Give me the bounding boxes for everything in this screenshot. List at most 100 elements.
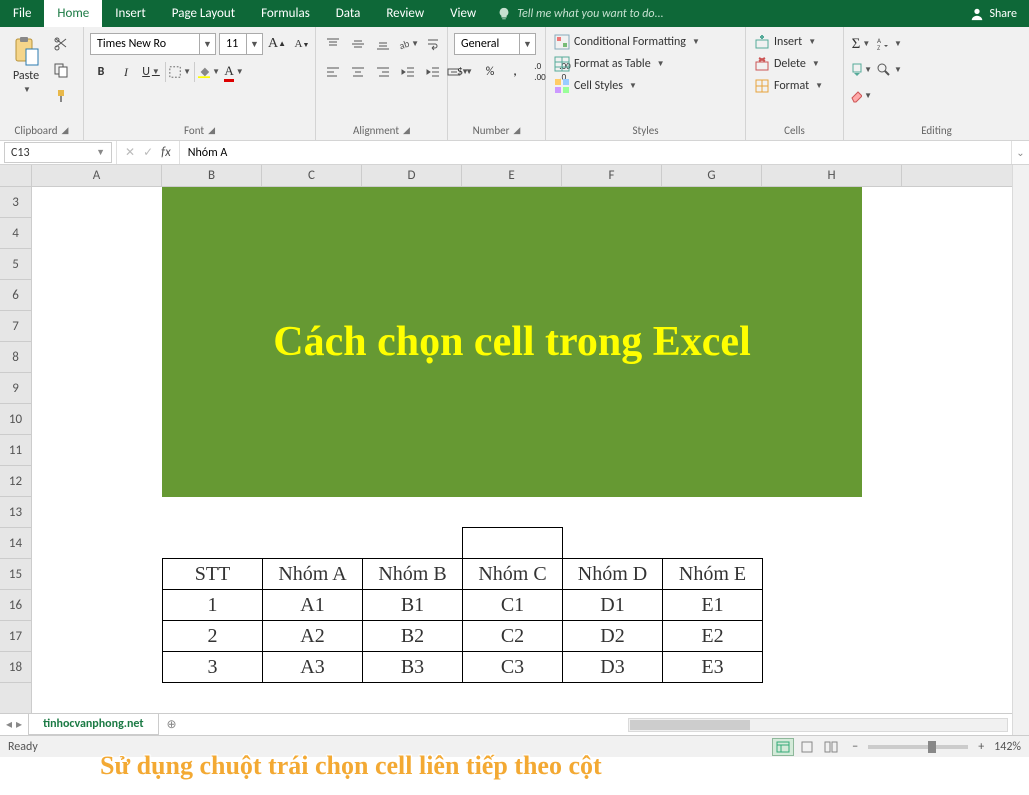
row-header-5[interactable]: 5 (0, 249, 31, 280)
col-header-G[interactable]: G (662, 165, 762, 186)
format-painter-button[interactable] (50, 85, 72, 107)
zoom-level[interactable]: 142% (994, 740, 1021, 754)
comma-button[interactable]: , (504, 61, 526, 83)
table-cell[interactable]: E2 (663, 621, 763, 652)
tab-review[interactable]: Review (373, 0, 437, 27)
row-header-6[interactable]: 6 (0, 280, 31, 311)
select-all-corner[interactable] (0, 165, 32, 186)
tell-me-search[interactable]: Tell me what you want to do... (489, 0, 958, 27)
conditional-formatting-button[interactable]: Conditional Formatting▼ (552, 33, 702, 51)
table-header[interactable]: Nhóm A (263, 559, 363, 590)
autosum-button[interactable]: Σ▼ (850, 33, 872, 55)
tab-view[interactable]: View (437, 0, 489, 27)
align-right-button[interactable] (372, 61, 394, 83)
name-box[interactable]: C13▼ (4, 142, 112, 163)
sheet-nav-first[interactable]: ◂ (6, 717, 12, 732)
tab-formulas[interactable]: Formulas (248, 0, 323, 27)
add-sheet-button[interactable]: ⊕ (159, 714, 185, 735)
row-header-12[interactable]: 12 (0, 466, 31, 497)
table-header[interactable]: Nhóm D (563, 559, 663, 590)
page-break-view-button[interactable] (820, 738, 842, 756)
tab-data[interactable]: Data (323, 0, 374, 27)
clear-button[interactable]: ▼ (850, 85, 872, 107)
paste-button[interactable]: Paste ▼ (6, 33, 46, 97)
decrease-indent-button[interactable] (397, 61, 419, 83)
table-cell[interactable]: C2 (463, 621, 563, 652)
font-name-input[interactable] (90, 33, 200, 55)
table-header[interactable]: Nhóm E (663, 559, 763, 590)
table-cell[interactable]: C3 (463, 652, 563, 683)
row-header-3[interactable]: 3 (0, 187, 31, 218)
table-cell[interactable]: D3 (563, 652, 663, 683)
table-header[interactable]: STT (163, 559, 263, 590)
table-cell[interactable]: 1 (163, 590, 263, 621)
col-header-H[interactable]: H (762, 165, 902, 186)
table-cell[interactable]: B1 (363, 590, 463, 621)
col-header-A[interactable]: A (32, 165, 162, 186)
table-cell[interactable]: B2 (363, 621, 463, 652)
enter-formula-icon[interactable]: ✓ (143, 145, 153, 160)
shrink-font-button[interactable]: A▼ (291, 33, 313, 55)
cut-button[interactable] (50, 33, 72, 55)
tab-home[interactable]: Home (44, 0, 102, 27)
file-tab[interactable]: File (0, 0, 44, 27)
expand-formula-bar[interactable]: ⌄ (1011, 141, 1029, 164)
clipboard-launcher[interactable]: ◢ (62, 125, 69, 136)
col-header-E[interactable]: E (462, 165, 562, 186)
row-header-4[interactable]: 4 (0, 218, 31, 249)
tab-page-layout[interactable]: Page Layout (159, 0, 248, 27)
insert-cells-button[interactable]: Insert▼ (752, 33, 818, 51)
row-header-14[interactable]: 14 (0, 528, 31, 559)
row-header-9[interactable]: 9 (0, 373, 31, 404)
table-cell[interactable]: D2 (563, 621, 663, 652)
delete-cells-button[interactable]: Delete▼ (752, 55, 822, 73)
fill-color-button[interactable]: ▼ (198, 61, 220, 83)
col-header-B[interactable]: B (162, 165, 262, 186)
table-header[interactable]: Nhóm C (463, 559, 563, 590)
col-header-D[interactable]: D (362, 165, 462, 186)
font-size-dropdown[interactable]: ▼ (247, 33, 263, 55)
normal-view-button[interactable] (772, 738, 794, 756)
font-name-dropdown[interactable]: ▼ (200, 33, 216, 55)
row-header-11[interactable]: 11 (0, 435, 31, 466)
row-header-17[interactable]: 17 (0, 621, 31, 652)
table-cell[interactable]: A3 (263, 652, 363, 683)
tab-insert[interactable]: Insert (102, 0, 159, 27)
accounting-button[interactable]: $▼ (454, 61, 476, 83)
row-header-16[interactable]: 16 (0, 590, 31, 621)
table-cell[interactable]: C1 (463, 590, 563, 621)
vertical-scrollbar[interactable] (1012, 165, 1029, 735)
wrap-text-button[interactable] (422, 33, 444, 55)
align-top-button[interactable] (322, 33, 344, 55)
borders-button[interactable]: ▼ (169, 61, 191, 83)
page-layout-view-button[interactable] (796, 738, 818, 756)
orientation-button[interactable]: ab▼ (397, 33, 419, 55)
align-middle-button[interactable] (347, 33, 369, 55)
align-left-button[interactable] (322, 61, 344, 83)
font-launcher[interactable]: ◢ (208, 125, 215, 136)
table-cell[interactable]: B3 (363, 652, 463, 683)
table-cell[interactable]: 3 (163, 652, 263, 683)
font-size-input[interactable] (219, 33, 247, 55)
fill-button[interactable]: ▼ (850, 59, 872, 81)
col-header-F[interactable]: F (562, 165, 662, 186)
format-as-table-button[interactable]: Format as Table▼ (552, 55, 667, 73)
table-cell[interactable]: A1 (263, 590, 363, 621)
formula-input[interactable] (179, 141, 1011, 164)
number-format-input[interactable] (454, 33, 520, 55)
row-header-15[interactable]: 15 (0, 559, 31, 590)
alignment-launcher[interactable]: ◢ (403, 125, 410, 136)
row-header-10[interactable]: 10 (0, 404, 31, 435)
sheet-nav-last[interactable]: ▸ (16, 717, 22, 732)
row-header-8[interactable]: 8 (0, 342, 31, 373)
zoom-in-button[interactable]: + (978, 740, 984, 754)
copy-button[interactable] (50, 59, 72, 81)
increase-indent-button[interactable] (422, 61, 444, 83)
row-header-7[interactable]: 7 (0, 311, 31, 342)
number-format-dropdown[interactable]: ▼ (520, 33, 536, 55)
number-launcher[interactable]: ◢ (513, 125, 520, 136)
font-color-button[interactable]: A▼ (223, 61, 245, 83)
fx-icon[interactable]: fx (161, 145, 171, 160)
zoom-slider[interactable] (868, 745, 968, 749)
align-bottom-button[interactable] (372, 33, 394, 55)
